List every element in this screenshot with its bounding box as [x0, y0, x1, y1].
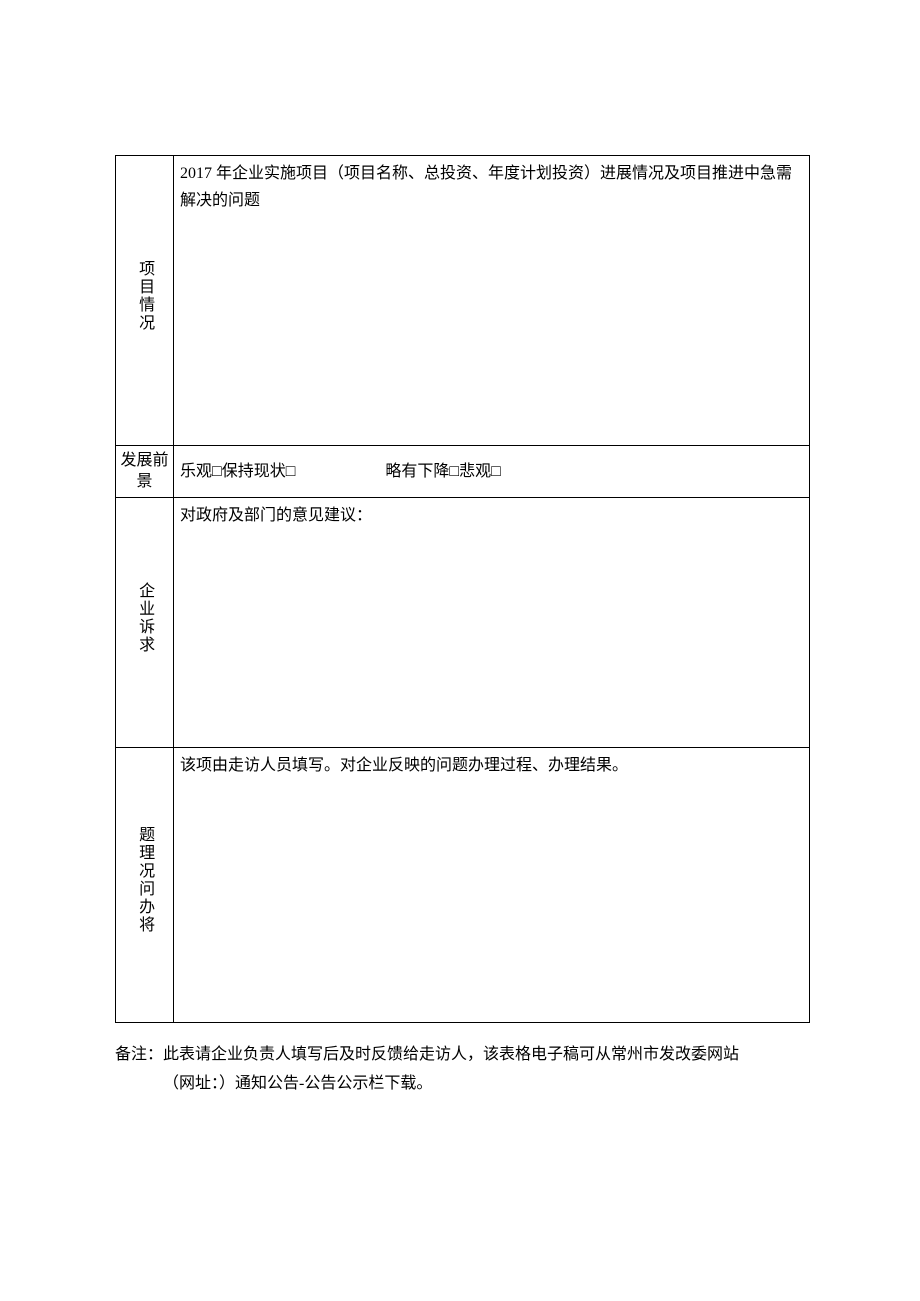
form-table: 项目情况 2017 年企业实施项目（项目名称、总投资、年度计划投资）进展情况及项…	[115, 155, 810, 1023]
row-demand: 企业诉求 对政府及部门的意见建议：	[116, 498, 810, 748]
option-decline[interactable]: 略有下降□	[385, 463, 459, 480]
project-content: 2017 年企业实施项目（项目名称、总投资、年度计划投资）进展情况及项目推进中急…	[180, 165, 792, 209]
checkbox-icon: □	[491, 463, 501, 480]
outlook-content-cell: 乐观□保持现状□ 略有下降□悲观□	[174, 446, 810, 498]
demand-label-cell: 企业诉求	[116, 498, 174, 748]
checkbox-icon: □	[449, 463, 459, 480]
option-maintain[interactable]: 保持现状□	[222, 463, 296, 480]
row-project: 项目情况 2017 年企业实施项目（项目名称、总投资、年度计划投资）进展情况及项…	[116, 156, 810, 446]
demand-content-cell: 对政府及部门的意见建议：	[174, 498, 810, 748]
outlook-label: 发展前景	[120, 452, 168, 490]
footnote: 备注：此表请企业负责人填写后及时反馈给走访人，该表格电子稿可从常州市发改委网站 …	[115, 1041, 810, 1099]
checkbox-icon: □	[286, 463, 296, 480]
option-optimistic[interactable]: 乐观□	[180, 463, 222, 480]
demand-content: 对政府及部门的意见建议：	[180, 507, 372, 524]
checkbox-icon: □	[212, 463, 222, 480]
project-label: 项目情况	[131, 260, 158, 332]
handling-label: 题理况问办将	[131, 826, 158, 934]
footnote-line2: （网址：）通知公告-公告公示栏下载。	[115, 1070, 810, 1099]
project-content-cell: 2017 年企业实施项目（项目名称、总投资、年度计划投资）进展情况及项目推进中急…	[174, 156, 810, 446]
row-handling: 题理况问办将 该项由走访人员填写。对企业反映的问题办理过程、办理结果。	[116, 748, 810, 1023]
outlook-label-cell: 发展前景	[116, 446, 174, 498]
outlook-options: 乐观□保持现状□ 略有下降□悲观□	[180, 458, 501, 485]
row-outlook: 发展前景 乐观□保持现状□ 略有下降□悲观□	[116, 446, 810, 498]
handling-content-cell: 该项由走访人员填写。对企业反映的问题办理过程、办理结果。	[174, 748, 810, 1023]
footnote-line1: 备注：此表请企业负责人填写后及时反馈给走访人，该表格电子稿可从常州市发改委网站	[115, 1041, 810, 1070]
handling-label-cell: 题理况问办将	[116, 748, 174, 1023]
demand-label: 企业诉求	[131, 582, 158, 654]
project-label-cell: 项目情况	[116, 156, 174, 446]
option-pessimistic[interactable]: 悲观□	[459, 463, 501, 480]
handling-content: 该项由走访人员填写。对企业反映的问题办理过程、办理结果。	[180, 757, 628, 774]
